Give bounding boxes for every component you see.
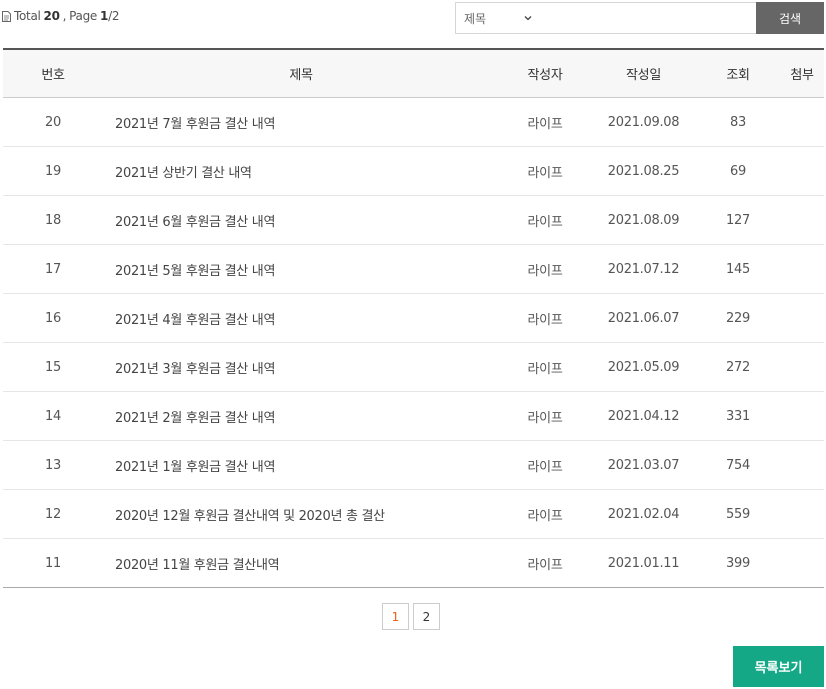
table-row[interactable]: 11 2020년 11월 후원금 결산내역 라이프 2021.01.11 399 xyxy=(3,539,824,588)
row-author: 라이프 xyxy=(499,97,591,147)
total-label: Total xyxy=(14,9,41,23)
page-total: /2 xyxy=(108,9,120,23)
row-no: 19 xyxy=(3,146,103,196)
table-row[interactable]: 17 2021년 5월 후원금 결산 내역 라이프 2021.07.12 145 xyxy=(3,244,824,294)
search-input[interactable] xyxy=(539,2,757,34)
row-subject-link[interactable]: 2021년 5월 후원금 결산 내역 xyxy=(103,244,499,294)
header-author: 작성자 xyxy=(499,49,591,98)
search-field-value: 제목 xyxy=(464,11,487,26)
search-button[interactable]: 검색 xyxy=(756,2,824,34)
row-views: 229 xyxy=(696,293,780,343)
row-author: 라이프 xyxy=(499,195,591,245)
row-author: 라이프 xyxy=(527,557,563,573)
search-field-select[interactable]: 제목 xyxy=(455,2,540,34)
page-button-1[interactable]: 1 xyxy=(382,603,409,630)
row-attach xyxy=(780,244,824,294)
row-views: 272 xyxy=(696,342,780,392)
row-no: 12 xyxy=(3,489,103,539)
row-views: 127 xyxy=(696,195,780,245)
row-subject-link[interactable]: 2021년 1월 후원금 결산 내역 xyxy=(103,440,499,490)
row-subject-link[interactable]: 2021년 2월 후원금 결산 내역 xyxy=(103,391,499,441)
row-attach xyxy=(780,293,824,343)
row-author: 라이프 xyxy=(499,440,591,490)
row-no: 17 xyxy=(3,244,103,294)
table-row[interactable]: 19 2021년 상반기 결산 내역 라이프 2021.08.25 69 xyxy=(3,146,824,196)
row-author: 라이프 xyxy=(499,146,591,196)
row-no: 15 xyxy=(3,342,103,392)
header-no: 번호 xyxy=(3,49,103,98)
total-count: 20 xyxy=(43,9,60,23)
board-toolbar: Total 20, Page 1/2 제목 검색 xyxy=(0,0,826,36)
row-author: 라이프 xyxy=(499,293,591,343)
row-date: 2021.01.11 xyxy=(607,555,680,571)
row-subject-link[interactable]: 2020년 11월 후원금 결산내역 xyxy=(103,539,499,588)
row-date: 2021.07.12 xyxy=(591,244,696,294)
row-author: 라이프 xyxy=(499,244,591,294)
row-subject-link[interactable]: 2021년 상반기 결산 내역 xyxy=(103,146,499,196)
row-date: 2021.03.07 xyxy=(591,440,696,490)
row-subject-link[interactable]: 2021년 6월 후원금 결산 내역 xyxy=(103,195,499,245)
row-author: 라이프 xyxy=(499,342,591,392)
page-label: Page xyxy=(69,9,98,23)
table-row[interactable]: 14 2021년 2월 후원금 결산 내역 라이프 2021.04.12 331 xyxy=(3,391,824,441)
row-attach xyxy=(780,440,824,490)
row-attach xyxy=(780,97,824,147)
header-attach: 첨부 xyxy=(780,49,824,98)
row-attach xyxy=(780,195,824,245)
row-views: 69 xyxy=(696,146,780,196)
row-date: 2021.08.09 xyxy=(591,195,696,245)
row-date: 2021.04.12 xyxy=(591,391,696,441)
row-attach xyxy=(780,489,824,539)
row-views: 331 xyxy=(696,391,780,441)
table-row[interactable]: 20 2021년 7월 후원금 결산 내역 라이프 2021.09.08 83 xyxy=(3,97,824,147)
row-no: 13 xyxy=(3,440,103,490)
document-icon xyxy=(2,10,11,22)
header-views: 조회 xyxy=(696,49,780,98)
row-date: 2021.08.25 xyxy=(591,146,696,196)
row-subject-link[interactable]: 2021년 7월 후원금 결산 내역 xyxy=(103,97,499,147)
row-attach xyxy=(780,342,824,392)
pagination: 1 2 xyxy=(382,603,440,630)
row-subject-link[interactable]: 2021년 4월 후원금 결산 내역 xyxy=(103,293,499,343)
table-row[interactable]: 15 2021년 3월 후원금 결산 내역 라이프 2021.05.09 272 xyxy=(3,342,824,392)
header-date: 작성일 xyxy=(591,49,696,98)
row-attach xyxy=(780,539,824,588)
row-no: 16 xyxy=(3,293,103,343)
row-views: 754 xyxy=(696,440,780,490)
row-subject-link[interactable]: 2020년 12월 후원금 결산내역 및 2020년 총 결산 xyxy=(103,489,499,539)
row-subject-link[interactable]: 2021년 3월 후원금 결산 내역 xyxy=(103,342,499,392)
board-summary: Total 20, Page 1/2 xyxy=(2,9,119,23)
table-row[interactable]: 16 2021년 4월 후원금 결산 내역 라이프 2021.06.07 229 xyxy=(3,293,824,343)
row-views: 83 xyxy=(696,97,780,147)
row-views: 399 xyxy=(726,555,750,571)
table-row[interactable]: 13 2021년 1월 후원금 결산 내역 라이프 2021.03.07 754 xyxy=(3,440,824,490)
page-current: 1 xyxy=(100,9,109,23)
row-date: 2021.02.04 xyxy=(591,489,696,539)
row-date: 2021.06.07 xyxy=(591,293,696,343)
table-row[interactable]: 12 2020년 12월 후원금 결산내역 및 2020년 총 결산 라이프 2… xyxy=(3,489,824,539)
row-date: 2021.05.09 xyxy=(591,342,696,392)
row-views: 559 xyxy=(696,489,780,539)
header-subject: 제목 xyxy=(103,49,499,98)
row-no: 11 xyxy=(45,555,61,571)
row-attach xyxy=(780,391,824,441)
row-date: 2021.09.08 xyxy=(591,97,696,147)
table-row[interactable]: 18 2021년 6월 후원금 결산 내역 라이프 2021.08.09 127 xyxy=(3,195,824,245)
row-no: 20 xyxy=(3,97,103,147)
row-author: 라이프 xyxy=(499,489,591,539)
row-attach xyxy=(780,146,824,196)
table-header-row: 번호 제목 작성자 작성일 조회 첨부 xyxy=(3,49,824,98)
page-button-2[interactable]: 2 xyxy=(413,603,440,630)
row-author: 라이프 xyxy=(499,391,591,441)
board-table: 번호 제목 작성자 작성일 조회 첨부 20 2021년 7월 후원금 결산 내… xyxy=(3,48,824,588)
row-no: 14 xyxy=(3,391,103,441)
list-view-button[interactable]: 목록보기 xyxy=(733,646,824,687)
row-views: 145 xyxy=(696,244,780,294)
chevron-down-icon xyxy=(524,16,532,21)
row-no: 18 xyxy=(3,195,103,245)
